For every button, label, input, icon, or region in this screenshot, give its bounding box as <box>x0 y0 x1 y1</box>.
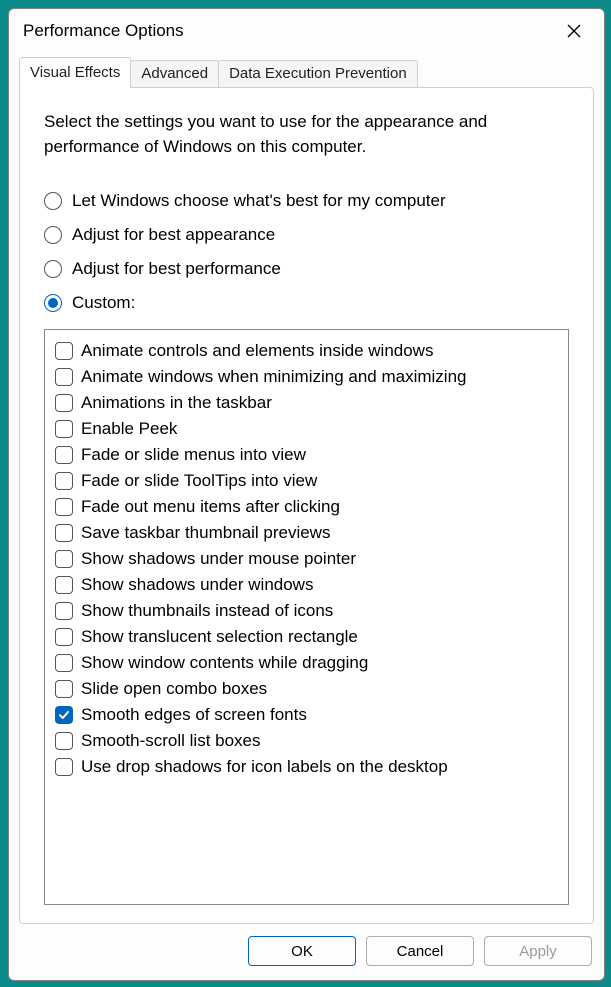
tab-label: Data Execution Prevention <box>229 65 407 82</box>
radio-label: Adjust for best appearance <box>72 225 275 245</box>
check-label: Animations in the taskbar <box>81 393 272 413</box>
check-label: Fade or slide menus into view <box>81 445 306 465</box>
check-label: Slide open combo boxes <box>81 679 267 699</box>
check-row[interactable]: Show shadows under windows <box>55 572 558 598</box>
effects-checklist[interactable]: Animate controls and elements inside win… <box>44 329 569 905</box>
tab-advanced[interactable]: Advanced <box>130 60 219 87</box>
check-label: Show window contents while dragging <box>81 653 368 673</box>
checkbox[interactable] <box>55 550 73 568</box>
intro-text: Select the settings you want to use for … <box>44 110 569 159</box>
checkbox[interactable] <box>55 472 73 490</box>
tab-label: Visual Effects <box>30 64 120 81</box>
check-label: Show shadows under windows <box>81 575 313 595</box>
checkbox[interactable] <box>55 732 73 750</box>
check-label: Enable Peek <box>81 419 177 439</box>
check-row[interactable]: Animate controls and elements inside win… <box>55 338 558 364</box>
check-row[interactable]: Show translucent selection rectangle <box>55 624 558 650</box>
check-row[interactable]: Fade or slide ToolTips into view <box>55 468 558 494</box>
check-row[interactable]: Fade or slide menus into view <box>55 442 558 468</box>
radio-indicator[interactable] <box>44 260 62 278</box>
checkbox[interactable] <box>55 498 73 516</box>
check-row[interactable]: Smooth edges of screen fonts <box>55 702 558 728</box>
check-label: Smooth edges of screen fonts <box>81 705 307 725</box>
close-icon <box>567 24 581 38</box>
checkbox[interactable] <box>55 576 73 594</box>
check-row[interactable]: Show thumbnails instead of icons <box>55 598 558 624</box>
check-row[interactable]: Save taskbar thumbnail previews <box>55 520 558 546</box>
radio-row[interactable]: Let Windows choose what's best for my co… <box>44 191 569 211</box>
radio-label: Custom: <box>72 293 135 313</box>
radio-label: Adjust for best performance <box>72 259 281 279</box>
checkbox[interactable] <box>55 446 73 464</box>
check-label: Show translucent selection rectangle <box>81 627 358 647</box>
check-row[interactable]: Show shadows under mouse pointer <box>55 546 558 572</box>
radio-row[interactable]: Custom: <box>44 293 569 313</box>
content-area: Visual Effects Advanced Data Execution Pre… <box>9 51 604 980</box>
radio-indicator[interactable] <box>44 294 62 312</box>
checkbox[interactable] <box>55 680 73 698</box>
checkbox[interactable] <box>55 394 73 412</box>
performance-options-window: Performance Options Visual Effects Advanc… <box>8 8 605 981</box>
checkbox[interactable] <box>55 420 73 438</box>
check-label: Animate controls and elements inside win… <box>81 341 433 361</box>
check-label: Show shadows under mouse pointer <box>81 549 356 569</box>
window-title: Performance Options <box>23 21 184 41</box>
check-icon <box>58 709 70 721</box>
tab-visual-effects[interactable]: Visual Effects <box>19 57 131 88</box>
checkbox[interactable] <box>55 342 73 360</box>
tab-strip: Visual Effects Advanced Data Execution Pre… <box>19 57 594 87</box>
check-row[interactable]: Use drop shadows for icon labels on the … <box>55 754 558 780</box>
checkbox[interactable] <box>55 602 73 620</box>
radio-row[interactable]: Adjust for best appearance <box>44 225 569 245</box>
radio-row[interactable]: Adjust for best performance <box>44 259 569 279</box>
checkbox[interactable] <box>55 758 73 776</box>
check-label: Animate windows when minimizing and maxi… <box>81 367 467 387</box>
titlebar: Performance Options <box>9 9 604 51</box>
tabpanel-visual-effects: Select the settings you want to use for … <box>19 87 594 924</box>
radio-group: Let Windows choose what's best for my co… <box>44 191 569 313</box>
check-row[interactable]: Smooth-scroll list boxes <box>55 728 558 754</box>
checkbox[interactable] <box>55 706 73 724</box>
check-label: Fade or slide ToolTips into view <box>81 471 317 491</box>
apply-button[interactable]: Apply <box>484 936 592 966</box>
check-row[interactable]: Fade out menu items after clicking <box>55 494 558 520</box>
checkbox[interactable] <box>55 628 73 646</box>
check-label: Save taskbar thumbnail previews <box>81 523 330 543</box>
check-label: Fade out menu items after clicking <box>81 497 340 517</box>
button-row: OK Cancel Apply <box>19 924 594 970</box>
close-button[interactable] <box>554 15 594 47</box>
check-row[interactable]: Animate windows when minimizing and maxi… <box>55 364 558 390</box>
radio-indicator[interactable] <box>44 226 62 244</box>
checkbox[interactable] <box>55 368 73 386</box>
check-label: Use drop shadows for icon labels on the … <box>81 757 448 777</box>
check-row[interactable]: Slide open combo boxes <box>55 676 558 702</box>
check-label: Show thumbnails instead of icons <box>81 601 333 621</box>
tab-data-execution-prevention[interactable]: Data Execution Prevention <box>218 60 418 87</box>
check-row[interactable]: Show window contents while dragging <box>55 650 558 676</box>
tab-label: Advanced <box>141 65 208 82</box>
radio-label: Let Windows choose what's best for my co… <box>72 191 446 211</box>
checkbox[interactable] <box>55 654 73 672</box>
checkbox[interactable] <box>55 524 73 542</box>
check-label: Smooth-scroll list boxes <box>81 731 261 751</box>
radio-indicator[interactable] <box>44 192 62 210</box>
ok-button[interactable]: OK <box>248 936 356 966</box>
check-row[interactable]: Enable Peek <box>55 416 558 442</box>
check-row[interactable]: Animations in the taskbar <box>55 390 558 416</box>
cancel-button[interactable]: Cancel <box>366 936 474 966</box>
